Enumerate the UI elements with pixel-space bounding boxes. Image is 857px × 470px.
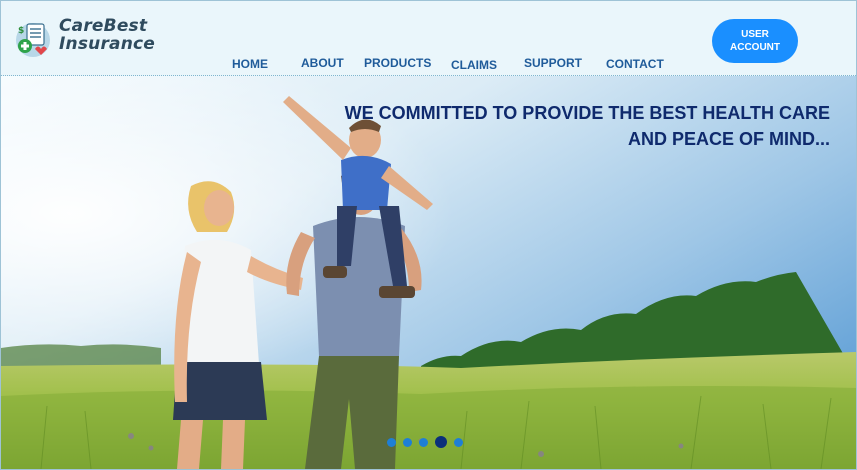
user-account-label-1: USER (741, 29, 769, 40)
nav-home[interactable]: HOME (232, 57, 268, 71)
slider-dot-4-active[interactable] (435, 436, 447, 448)
nav-claims[interactable]: CLAIMS (451, 58, 497, 72)
svg-text:$: $ (18, 26, 24, 36)
nav-about[interactable]: ABOUT (301, 56, 344, 70)
slider-dot-3[interactable] (419, 437, 428, 447)
nav-products[interactable]: PRODUCTS (364, 56, 431, 70)
page-frame: $ CareBest Insurance HOME ABOUT PRODUCTS… (0, 0, 857, 470)
user-account-button[interactable]: USER ACCOUNT (712, 19, 798, 63)
hero-headline: WE COMMITTED TO PROVIDE THE BEST HEALTH … (345, 100, 830, 152)
slider-dot-1[interactable] (387, 437, 396, 447)
brand-line-1: CareBest (59, 16, 148, 36)
nav-contact[interactable]: CONTACT (606, 57, 664, 71)
nav-support[interactable]: SUPPORT (524, 56, 582, 70)
slider-dots (387, 436, 463, 448)
slider-dot-2[interactable] (403, 437, 412, 447)
slider-dot-5[interactable] (454, 437, 463, 447)
hero-slider[interactable]: WE COMMITTED TO PROVIDE THE BEST HEALTH … (1, 76, 856, 469)
site-header: $ CareBest Insurance HOME ABOUT PRODUCTS… (1, 1, 856, 76)
brand-line-2: Insurance (59, 34, 156, 54)
logo-icon[interactable]: $ (14, 19, 52, 59)
brand-name[interactable]: CareBest Insurance (59, 17, 155, 53)
user-account-label-2: ACCOUNT (730, 42, 780, 53)
hero-headline-line-2: AND PEACE OF MIND... (627, 129, 830, 149)
hero-headline-line-1: WE COMMITTED TO PROVIDE THE BEST HEALTH … (344, 103, 830, 123)
